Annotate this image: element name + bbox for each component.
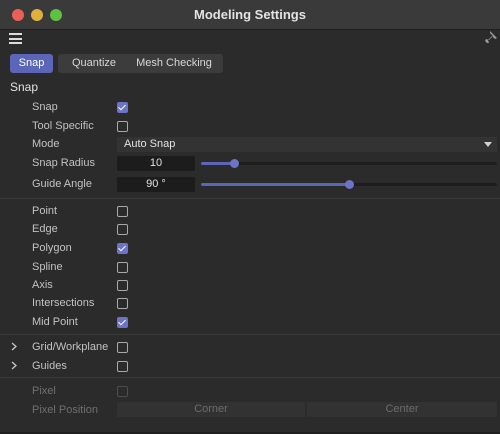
chevron-right-icon[interactable]: [11, 342, 17, 351]
snap-radius-label: Snap Radius: [32, 157, 95, 169]
intersections-label: Intersections: [32, 297, 95, 309]
window-title: Modeling Settings: [194, 7, 306, 22]
edge-label: Edge: [32, 223, 58, 235]
divider: [0, 334, 500, 335]
snap-radius-field[interactable]: 10: [117, 156, 195, 171]
snap-checkbox[interactable]: [117, 102, 128, 113]
snap-radius-slider[interactable]: [201, 159, 497, 168]
point-checkbox[interactable]: [117, 206, 128, 217]
spline-label: Spline: [32, 261, 63, 273]
chevron-down-icon: [484, 142, 492, 147]
axis-label: Axis: [32, 279, 53, 291]
pixel-checkbox[interactable]: [117, 386, 128, 397]
tool-specific-label: Tool Specific: [32, 120, 94, 132]
title-bar: Modeling Settings: [0, 0, 500, 30]
pin-icon[interactable]: [484, 30, 498, 46]
pixel-position-corner-option[interactable]: Corner: [117, 402, 305, 417]
section-title: Snap: [10, 80, 39, 94]
snap-radius-slider-fill: [201, 162, 234, 165]
guide-angle-label: Guide Angle: [32, 178, 92, 190]
menu-bar: [0, 30, 500, 50]
pixel-position-label: Pixel Position: [32, 404, 99, 416]
tab-quantize[interactable]: Quantize: [58, 54, 130, 73]
tab-snap[interactable]: Snap: [10, 54, 53, 73]
grid-workplane-label[interactable]: Grid/Workplane: [32, 341, 108, 353]
point-label: Point: [32, 205, 58, 217]
edge-checkbox[interactable]: [117, 224, 128, 235]
guides-label[interactable]: Guides: [32, 360, 67, 372]
tool-specific-checkbox[interactable]: [117, 121, 128, 132]
guide-angle-field[interactable]: 90 °: [117, 177, 195, 192]
pixel-label: Pixel: [32, 385, 56, 397]
snap-label: Snap: [32, 101, 58, 113]
guide-angle-slider-handle[interactable]: [345, 180, 354, 189]
axis-checkbox[interactable]: [117, 280, 128, 291]
divider: [0, 377, 500, 378]
intersections-checkbox[interactable]: [117, 298, 128, 309]
hamburger-menu-icon[interactable]: [9, 33, 22, 44]
snap-radius-slider-handle[interactable]: [229, 159, 239, 168]
mode-value: Auto Snap: [124, 138, 176, 150]
tab-mesh-checking[interactable]: Mesh Checking: [125, 54, 223, 73]
guide-angle-slider-fill: [201, 183, 349, 186]
grid-workplane-checkbox[interactable]: [117, 342, 128, 353]
mode-label: Mode: [32, 138, 60, 150]
polygon-label: Polygon: [32, 242, 72, 254]
mid-point-label: Mid Point: [32, 316, 78, 328]
divider: [0, 198, 500, 199]
chevron-right-icon[interactable]: [11, 361, 17, 370]
spline-checkbox[interactable]: [117, 262, 128, 273]
guides-checkbox[interactable]: [117, 361, 128, 372]
pixel-position-center-option[interactable]: Center: [307, 402, 497, 417]
mid-point-checkbox[interactable]: [117, 317, 128, 328]
mode-dropdown[interactable]: Auto Snap: [117, 137, 497, 152]
polygon-checkbox[interactable]: [117, 243, 128, 254]
guide-angle-slider[interactable]: [201, 180, 497, 189]
